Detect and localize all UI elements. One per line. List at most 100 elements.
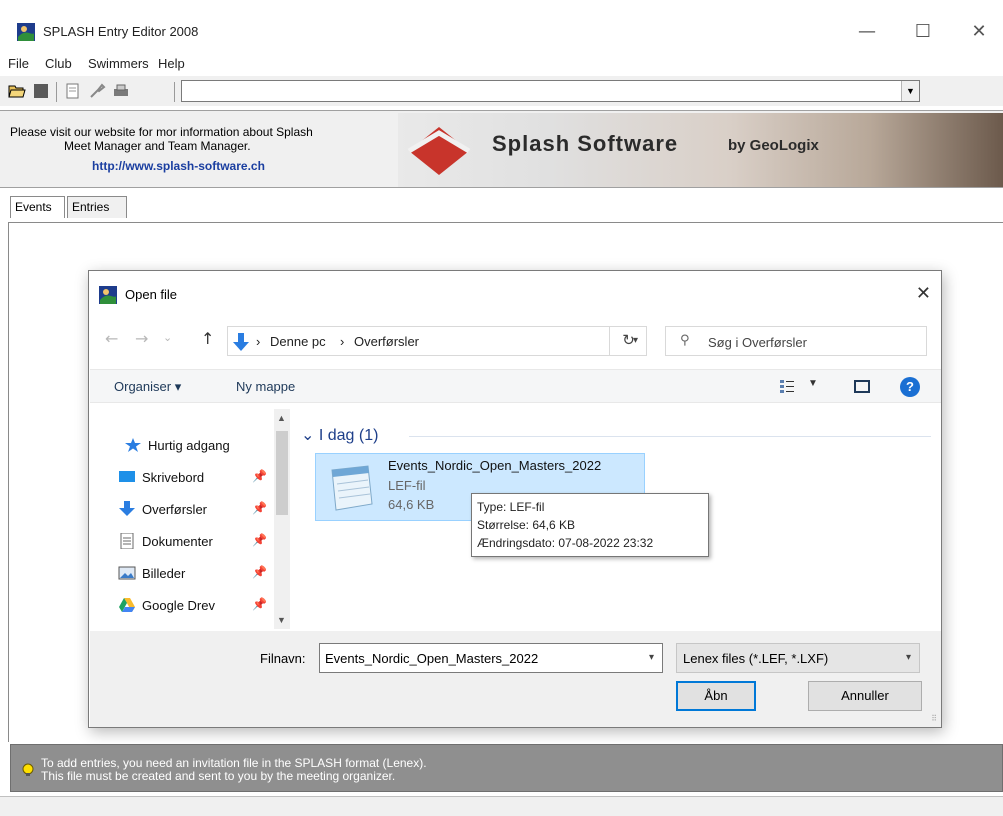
pin-icon: 📌 (252, 565, 267, 579)
sidebar-item-label: Billeder (142, 566, 186, 581)
view-options-icon[interactable] (780, 379, 794, 393)
notepad-file-icon (331, 465, 373, 511)
forward-arrow-icon[interactable]: → (135, 329, 148, 348)
pin-icon: 📌 (252, 597, 267, 611)
sidebar-item-desktop[interactable]: Skrivebord 📌 (118, 469, 267, 485)
file-tooltip: Type: LEF-fil Størrelse: 64,6 KB Ændring… (471, 493, 709, 557)
tab-entries[interactable]: Entries (67, 196, 127, 218)
pin-icon: 📌 (252, 533, 267, 547)
file-name: Events_Nordic_Open_Masters_2022 (388, 458, 602, 473)
search-icon: ⚲ (680, 333, 690, 348)
logo-subtext: by GeoLogix (728, 137, 819, 154)
pictures-icon (118, 566, 136, 580)
splash-app-icon (99, 286, 117, 304)
tools-icon[interactable] (88, 82, 106, 100)
cancel-button[interactable]: Annuller (808, 681, 922, 711)
organize-button[interactable]: Organiser ▾ (114, 379, 181, 395)
banner-line-1: Please visit our website for mor informa… (10, 125, 313, 139)
toolbar-combo[interactable]: ▼ (181, 80, 920, 102)
sidebar-item-documents[interactable]: Dokumenter 📌 (118, 533, 267, 549)
lightbulb-icon (22, 763, 34, 776)
chevron-down-icon: ⌄ (301, 427, 315, 444)
sidebar-item-label: Skrivebord (142, 470, 205, 485)
tooltip-type: Type: LEF-fil (477, 500, 545, 514)
scrollbar-thumb[interactable] (276, 431, 288, 515)
filename-input[interactable]: Events_Nordic_Open_Masters_2022 ▾ (319, 643, 663, 673)
new-folder-button[interactable]: Ny mappe (236, 379, 295, 394)
up-arrow-icon[interactable]: ↑ (201, 329, 214, 348)
status-line-2: This file must be created and sent to yo… (41, 769, 396, 783)
navigation-pane-scrollbar[interactable]: ▲ ▼ (274, 409, 290, 629)
sidebar-item-google-drive[interactable]: Google Drev 📌 (118, 597, 267, 613)
dialog-footer: Filnavn: Events_Nordic_Open_Masters_2022… (90, 631, 941, 727)
website-link[interactable]: http://www.splash-software.ch (10, 159, 380, 173)
status-bar: To add entries, you need an invitation f… (10, 744, 1003, 792)
toolbar: ▼ (0, 76, 1003, 106)
breadcrumb-separator: › (340, 334, 345, 349)
file-type: LEF-fil (388, 478, 426, 493)
logo-text: Splash Software (492, 131, 679, 156)
search-placeholder: Søg i Overførsler (708, 335, 807, 350)
menu-file[interactable]: File (8, 56, 29, 71)
breadcrumb-this-pc[interactable]: Denne pc (270, 334, 326, 349)
help-icon[interactable]: ? (900, 377, 920, 397)
group-divider (409, 436, 931, 437)
sidebar-item-pictures[interactable]: Billeder 📌 (118, 565, 267, 581)
refresh-icon[interactable]: ↻ (609, 326, 647, 356)
status-message: To add entries, you need an invitation f… (41, 757, 427, 783)
download-icon (119, 501, 135, 516)
menu-club[interactable]: Club (45, 56, 72, 71)
file-type-filter: Lenex files (*.LEF, *.LXF) (683, 651, 829, 666)
breadcrumb-downloads[interactable]: Overførsler (354, 334, 419, 349)
info-banner: Please visit our website for mor informa… (0, 110, 1003, 188)
chevron-down-icon[interactable]: ▼ (901, 81, 919, 101)
scroll-up-icon[interactable]: ▲ (277, 413, 286, 423)
address-bar[interactable]: › Denne pc › Overførsler ▾ (227, 326, 647, 356)
sidebar-item-label: Google Drev (142, 598, 215, 613)
bottom-strip (0, 796, 1003, 816)
print-icon[interactable] (112, 82, 130, 100)
chevron-down-icon[interactable]: ▼ (808, 378, 818, 389)
minimize-button[interactable]: — (852, 20, 882, 44)
downloads-arrow-icon (233, 333, 249, 351)
open-folder-icon[interactable] (8, 82, 26, 100)
chevron-down-icon[interactable]: ▾ (906, 652, 911, 663)
maximize-button[interactable]: ☐ (908, 20, 938, 44)
navigation-row: ← → ⌄ ↑ › Denne pc › Overførsler ▾ ↻ ⚲ S… (89, 323, 941, 357)
menu-swimmers[interactable]: Swimmers (88, 56, 149, 71)
document-icon (120, 533, 134, 549)
splash-app-icon (17, 23, 35, 41)
search-input[interactable]: ⚲ Søg i Overførsler (665, 326, 927, 356)
open-button[interactable]: Åbn (676, 681, 756, 711)
menu-help[interactable]: Help (158, 56, 185, 71)
chevron-down-icon[interactable]: ▾ (649, 652, 654, 663)
tab-events[interactable]: Events (10, 196, 65, 218)
dialog-close-button[interactable]: ✕ (916, 283, 931, 304)
sidebar-item-downloads[interactable]: Overførsler 📌 (118, 501, 267, 517)
menu-bar: File Club Swimmers Help (0, 52, 1003, 74)
title-bar: SPLASH Entry Editor 2008 — ☐ ✕ (0, 0, 1003, 48)
close-button[interactable]: ✕ (964, 20, 994, 44)
banner-info: Please visit our website for mor informa… (10, 125, 380, 173)
properties-icon[interactable] (64, 82, 82, 100)
stop-icon[interactable] (32, 82, 50, 100)
sidebar-item-label: Dokumenter (142, 534, 213, 549)
resize-grip-icon[interactable]: ⠿ (931, 714, 937, 723)
star-icon (125, 438, 141, 452)
recent-locations-icon[interactable]: ⌄ (163, 331, 172, 344)
group-label: I dag (1) (318, 427, 379, 444)
banner-line-2: Meet Manager and Team Manager. (64, 139, 251, 153)
splash-logo: Splash Software by GeoLogix (398, 113, 1003, 187)
desktop-icon (119, 471, 135, 482)
group-header-today[interactable]: ⌄ I dag (1) (301, 425, 378, 445)
command-bar: Organiser ▾ Ny mappe ▼ ? (90, 369, 941, 403)
sidebar-item-quick-access[interactable]: Hurtig adgang (124, 437, 230, 453)
tooltip-modified: Ændringsdato: 07-08-2022 23:32 (477, 536, 654, 550)
sidebar-item-label: Hurtig adgang (148, 438, 230, 453)
back-arrow-icon[interactable]: ← (105, 329, 118, 348)
scroll-down-icon[interactable]: ▼ (277, 615, 286, 625)
dialog-title: Open file (125, 287, 178, 302)
file-type-select[interactable]: Lenex files (*.LEF, *.LXF) ▾ (676, 643, 920, 673)
file-size: 64,6 KB (388, 497, 435, 512)
preview-pane-icon[interactable] (854, 380, 870, 393)
